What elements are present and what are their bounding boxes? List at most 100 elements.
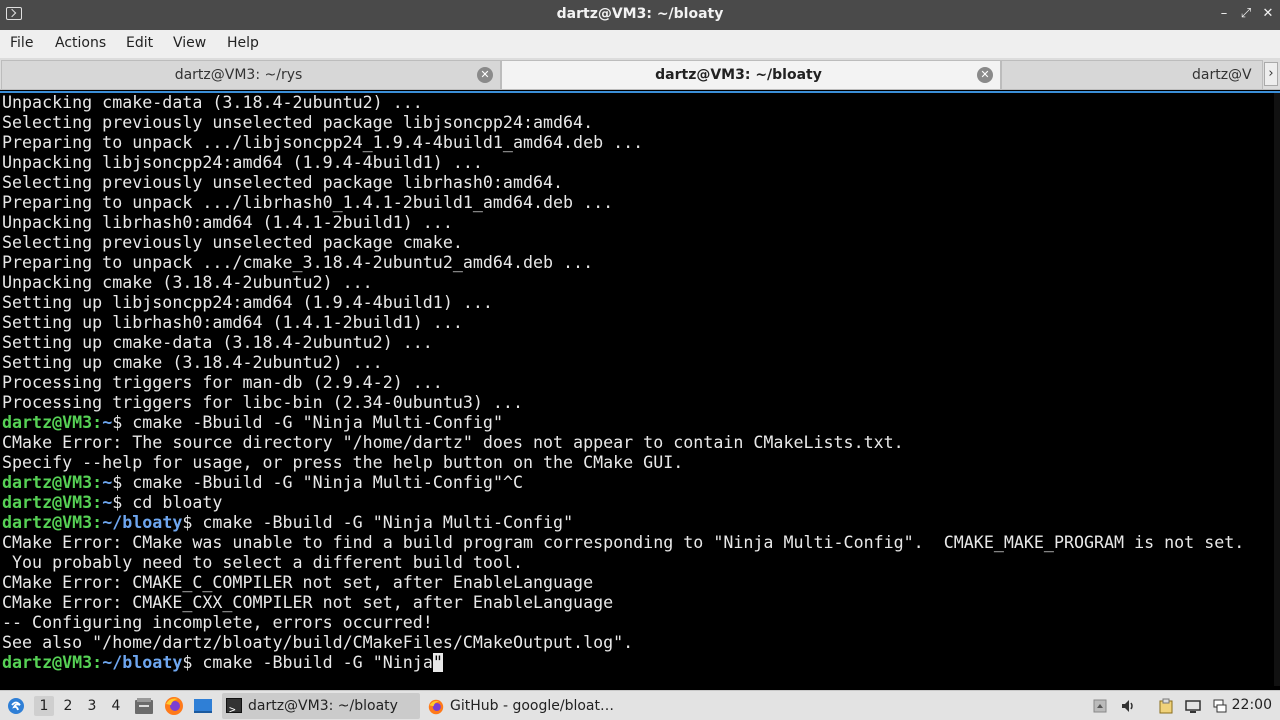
- volume-icon[interactable]: [1120, 698, 1136, 714]
- output-text: Unpacking libjsoncpp24:amd64 (1.9.4-4bui…: [2, 153, 483, 172]
- taskbar: 1 2 3 4 > dartz@VM3: ~/bloaty GitHub - g…: [0, 690, 1280, 720]
- start-menu-icon[interactable]: [6, 696, 26, 716]
- prompt-user: dartz@VM3: [2, 473, 93, 492]
- task-label: GitHub - google/bloat…: [450, 698, 615, 714]
- terminal-line: See also "/home/dartz/bloaty/build/CMake…: [2, 633, 1272, 653]
- output-text: CMake Error: CMAKE_CXX_COMPILER not set,…: [2, 593, 614, 612]
- desktop-icon[interactable]: [193, 697, 213, 715]
- output-text: Processing triggers for libc-bin (2.34-0…: [2, 393, 523, 412]
- output-text: Setting up cmake-data (3.18.4-2ubuntu2) …: [2, 333, 433, 352]
- output-text: Preparing to unpack .../librhash0_1.4.1-…: [2, 193, 614, 212]
- terminal-line: Processing triggers for libc-bin (2.34-0…: [2, 393, 1272, 413]
- task-firefox[interactable]: GitHub - google/bloat…: [424, 693, 624, 719]
- menu-bar: File Actions Edit View Help: [0, 30, 1280, 58]
- output-text: Selecting previously unselected package …: [2, 113, 594, 132]
- terminal-line: Setting up libjsoncpp24:amd64 (1.9.4-4bu…: [2, 293, 1272, 313]
- prompt-command: cmake -Bbuild -G "Ninja Multi-Config": [122, 413, 503, 432]
- output-text: Setting up cmake (3.18.4-2ubuntu2) ...: [2, 353, 383, 372]
- terminal-line: dartz@VM3:~/bloaty$ cmake -Bbuild -G "Ni…: [2, 513, 574, 532]
- restore-button[interactable]: ⤢: [1237, 5, 1255, 23]
- output-text: Processing triggers for man-db (2.9.4-2)…: [2, 373, 443, 392]
- workspace-3[interactable]: 3: [82, 696, 102, 716]
- terminal-icon: >: [226, 698, 242, 716]
- output-text: Selecting previously unselected package …: [2, 173, 564, 192]
- output-text: Unpacking cmake-data (3.18.4-2ubuntu2) .…: [2, 93, 423, 112]
- terminal-line: Setting up cmake-data (3.18.4-2ubuntu2) …: [2, 333, 1272, 353]
- terminal-line: dartz@VM3:~$ cd bloaty: [2, 493, 223, 512]
- tab-third[interactable]: dartz@V: [1001, 60, 1263, 89]
- tab-scroll-right-icon[interactable]: ›: [1264, 62, 1278, 86]
- terminal-line: dartz@VM3:~/bloaty$ cmake -Bbuild -G "Ni…: [2, 653, 443, 672]
- terminal-line: Unpacking librhash0:amd64 (1.4.1-2build1…: [2, 213, 1272, 233]
- terminal-scrollbar[interactable]: [1274, 93, 1280, 686]
- tab-label: dartz@VM3: ~/bloaty: [655, 67, 822, 83]
- prompt-command: cd bloaty: [122, 493, 223, 512]
- network-icon[interactable]: [1212, 698, 1228, 714]
- output-text: Selecting previously unselected package …: [2, 233, 463, 252]
- task-terminal[interactable]: > dartz@VM3: ~/bloaty: [222, 693, 420, 719]
- terminal-line: dartz@VM3:~$ cmake -Bbuild -G "Ninja Mul…: [2, 413, 503, 432]
- output-text: You probably need to select a different …: [2, 553, 523, 572]
- terminal-line: CMake Error: CMAKE_C_COMPILER not set, a…: [2, 573, 1272, 593]
- window-title: dartz@VM3: ~/bloaty: [556, 6, 724, 22]
- task-label: dartz@VM3: ~/bloaty: [248, 698, 398, 714]
- screen-icon[interactable]: [1185, 698, 1201, 714]
- output-text: Unpacking cmake (3.18.4-2ubuntu2) ...: [2, 273, 373, 292]
- workspace-4[interactable]: 4: [106, 696, 126, 716]
- prompt-path: ~/bloaty: [102, 653, 183, 672]
- clipboard-icon[interactable]: [1158, 698, 1174, 714]
- terminal-line: Unpacking cmake-data (3.18.4-2ubuntu2) .…: [2, 93, 1272, 113]
- output-text: Preparing to unpack .../libjsoncpp24_1.9…: [2, 133, 644, 152]
- prompt-user: dartz@VM3: [2, 653, 93, 672]
- prompt-user: dartz@VM3: [2, 513, 93, 532]
- menu-edit[interactable]: Edit: [126, 35, 153, 51]
- tray-up-arrow-icon[interactable]: [1092, 698, 1108, 714]
- workspace-2[interactable]: 2: [58, 696, 78, 716]
- firefox-launcher-icon[interactable]: [164, 696, 184, 716]
- output-text: CMake Error: CMAKE_C_COMPILER not set, a…: [2, 573, 594, 592]
- terminal-line: CMake Error: CMake was unable to find a …: [2, 533, 1272, 553]
- terminal-line: CMake Error: The source directory "/home…: [2, 433, 1272, 453]
- prompt-command: cmake -Bbuild -G "Ninja Multi-Config": [192, 513, 574, 532]
- menu-actions[interactable]: Actions: [55, 35, 106, 51]
- menu-view[interactable]: View: [173, 35, 206, 51]
- terminal-line: Preparing to unpack .../cmake_3.18.4-2ub…: [2, 253, 1272, 273]
- prompt-path: ~: [102, 413, 113, 432]
- terminal-line: Selecting previously unselected package …: [2, 113, 1272, 133]
- close-tab-icon[interactable]: ✕: [977, 67, 993, 83]
- terminal-line: Preparing to unpack .../libjsoncpp24_1.9…: [2, 133, 1272, 153]
- output-text: Setting up librhash0:amd64 (1.4.1-2build…: [2, 313, 463, 332]
- terminal-view[interactable]: Unpacking cmake-data (3.18.4-2ubuntu2) .…: [0, 91, 1280, 686]
- workspace-1[interactable]: 1: [34, 696, 54, 716]
- output-text: CMake Error: The source directory "/home…: [2, 433, 904, 452]
- prompt-command: cmake -Bbuild -G "Ninja Multi-Config"^C: [122, 473, 524, 492]
- menu-help[interactable]: Help: [227, 35, 259, 51]
- terminal-line: Unpacking libjsoncpp24:amd64 (1.9.4-4bui…: [2, 153, 1272, 173]
- terminal-line: -- Configuring incomplete, errors occurr…: [2, 613, 1272, 633]
- output-text: Unpacking librhash0:amd64 (1.4.1-2build1…: [2, 213, 453, 232]
- minimize-button[interactable]: –: [1215, 5, 1233, 23]
- tab-rys[interactable]: dartz@VM3: ~/rys ✕: [1, 60, 501, 89]
- tab-label: dartz@VM3: ~/rys: [174, 67, 303, 83]
- menu-file[interactable]: File: [10, 35, 33, 51]
- clock[interactable]: 22:00: [1232, 697, 1272, 713]
- prompt-path: ~: [102, 493, 113, 512]
- prompt-command: cmake -Bbuild -G "Ninja: [192, 653, 433, 672]
- output-text: Preparing to unpack .../cmake_3.18.4-2ub…: [2, 253, 594, 272]
- output-text: -- Configuring incomplete, errors occurr…: [2, 613, 433, 632]
- close-button[interactable]: ✕: [1259, 5, 1277, 23]
- prompt-path: ~: [102, 473, 113, 492]
- terminal-output: Unpacking cmake-data (3.18.4-2ubuntu2) .…: [2, 93, 1272, 673]
- terminal-line: Unpacking cmake (3.18.4-2ubuntu2) ...: [2, 273, 1272, 293]
- tab-bloaty[interactable]: dartz@VM3: ~/bloaty ✕: [501, 60, 1001, 89]
- terminal-line: CMake Error: CMAKE_CXX_COMPILER not set,…: [2, 593, 1272, 613]
- terminal-line: You probably need to select a different …: [2, 553, 1272, 573]
- prompt-user: dartz@VM3: [2, 413, 93, 432]
- file-manager-icon[interactable]: [134, 697, 154, 715]
- terminal-line: Preparing to unpack .../librhash0_1.4.1-…: [2, 193, 1272, 213]
- prompt-user: dartz@VM3: [2, 493, 93, 512]
- close-tab-icon[interactable]: ✕: [477, 67, 493, 83]
- tab-label: dartz@V: [1192, 67, 1252, 83]
- terminal-line: dartz@VM3:~$ cmake -Bbuild -G "Ninja Mul…: [2, 473, 524, 492]
- terminal-line: Specify --help for usage, or press the h…: [2, 453, 1272, 473]
